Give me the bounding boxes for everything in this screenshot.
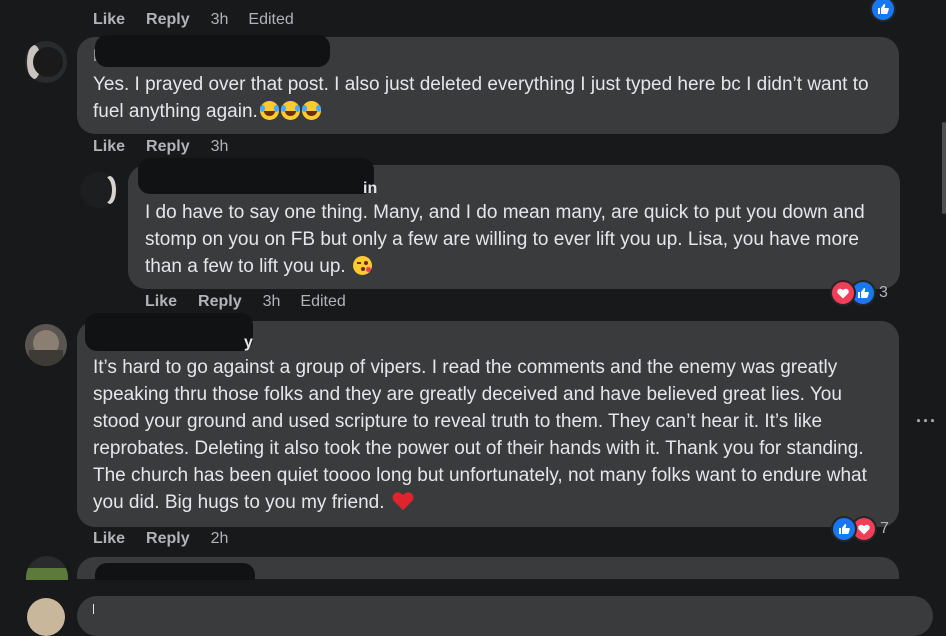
comment-text: Yes. I prayed over that post. I also jus…	[93, 74, 869, 122]
edited-label: Edited	[300, 293, 346, 310]
tears-of-joy-emoji	[259, 101, 279, 120]
reply-actions: Like Reply 3h Edited	[145, 293, 366, 311]
like-button[interactable]: Like	[93, 11, 125, 29]
timestamp[interactable]: 3h	[211, 11, 229, 29]
avatar[interactable]	[25, 41, 67, 83]
love-heart-icon	[830, 280, 856, 306]
reaction-count: 7	[880, 520, 889, 537]
like-button[interactable]: Like	[145, 293, 177, 311]
previous-comment-actions: Like Reply 3h Edited	[93, 11, 314, 29]
tears-of-joy-emoji	[280, 101, 300, 120]
like-thumb-icon	[831, 516, 857, 542]
reaction-chip[interactable]: 3	[830, 280, 888, 306]
redacted-name	[85, 313, 253, 351]
red-heart-emoji	[392, 491, 414, 519]
comment-input[interactable]	[77, 596, 933, 636]
reply-button[interactable]: Reply	[146, 11, 190, 29]
avatar[interactable]	[26, 556, 68, 580]
reaction-count: 3	[879, 284, 888, 301]
comment-text: I do have to say one thing. Many, and I …	[145, 202, 865, 277]
reply-button[interactable]: Reply	[146, 138, 190, 156]
reaction-chip[interactable]: 7	[831, 516, 889, 542]
timestamp[interactable]: 3h	[263, 293, 281, 311]
timestamp[interactable]: 2h	[211, 530, 229, 548]
commenter-name[interactable]: in	[363, 180, 377, 198]
reply-button[interactable]: Reply	[198, 293, 242, 311]
avatar[interactable]	[25, 324, 67, 366]
avatar[interactable]	[80, 172, 118, 208]
avatar[interactable]	[27, 598, 65, 636]
reply-button[interactable]: Reply	[146, 530, 190, 548]
redacted-name	[138, 158, 374, 194]
kissing-face-emoji	[352, 256, 372, 275]
like-button[interactable]: Like	[93, 530, 125, 548]
tears-of-joy-emoji	[301, 101, 321, 120]
like-button[interactable]: Like	[93, 138, 125, 156]
comment-actions: Like Reply 3h	[93, 138, 248, 156]
commenter-name[interactable]: y	[244, 334, 253, 352]
like-thumb-icon	[870, 0, 896, 22]
previous-reaction-chip[interactable]	[870, 0, 896, 22]
redacted-name	[95, 35, 330, 67]
more-options-icon[interactable]: ···	[916, 411, 937, 432]
text-caret	[93, 604, 94, 614]
comment-actions: Like Reply 2h	[93, 530, 248, 548]
timestamp[interactable]: 3h	[211, 138, 229, 156]
scrollbar[interactable]	[942, 122, 946, 214]
edited-label: Edited	[248, 11, 294, 28]
comment-text: It’s hard to go against a group of viper…	[93, 354, 888, 519]
